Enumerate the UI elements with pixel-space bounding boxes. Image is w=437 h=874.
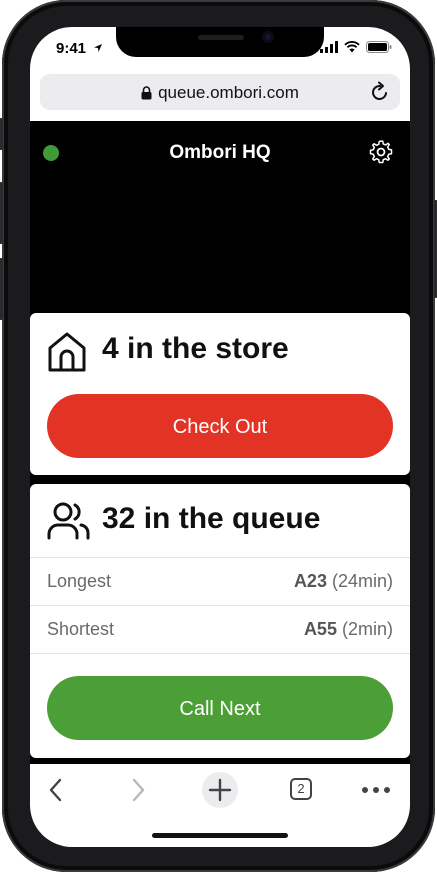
ticket-number: A55 [303,619,337,639]
store-count-title: 4 in the store [102,332,289,365]
gear-icon[interactable] [368,139,394,165]
divider [30,653,410,654]
call-next-button[interactable]: Call Next [47,676,393,740]
row-label: Shortest [47,619,115,639]
wait-time: (2min) [341,619,393,639]
wifi-icon [344,41,360,53]
new-tab-icon[interactable] [201,771,239,809]
lock-icon [141,86,152,100]
queue-card: 32 in the queue Longest A23 (24min) Shor… [30,484,410,758]
row-value: A23 (24min) [294,571,393,592]
reload-icon[interactable] [370,81,390,103]
forward-icon[interactable] [130,778,146,802]
home-indicator[interactable] [152,833,288,838]
phone-frame: 9:41 queue.ombori.com Ombori HQ 4 in the… [0,0,437,872]
mute-switch [0,118,3,150]
users-icon [47,502,90,540]
status-icons [320,41,392,53]
ticket-number: A23 [293,571,327,591]
notch [116,27,324,57]
queue-count-title: 32 in the queue [102,502,321,535]
row-value: A55 (2min) [304,619,393,640]
screen: 9:41 queue.ombori.com Ombori HQ 4 in the… [30,27,410,847]
address-bar[interactable]: queue.ombori.com [40,74,400,110]
back-icon[interactable] [48,778,64,802]
status-time: 9:41 [56,40,87,57]
camera [262,31,274,43]
url-text: queue.ombori.com [158,83,299,102]
app-header: Ombori HQ [30,121,410,313]
wait-time: (24min) [331,571,393,591]
tab-count: 2 [297,781,305,796]
battery-icon [366,41,392,53]
store-card: 4 in the store Check Out [30,313,410,475]
row-label: Longest [47,571,112,591]
table-row: Shortest A55 (2min) [30,605,410,654]
tabs-button[interactable]: 2 [290,778,312,800]
volume-up-button [0,182,3,244]
volume-down-button [0,258,3,320]
check-out-button[interactable]: Check Out [47,394,393,458]
home-icon [48,332,86,372]
more-icon[interactable] [361,786,391,794]
speaker [198,35,244,40]
location-arrow-icon [94,44,102,52]
table-row: Longest A23 (24min) [30,557,410,606]
page-title: Ombori HQ [169,142,271,163]
